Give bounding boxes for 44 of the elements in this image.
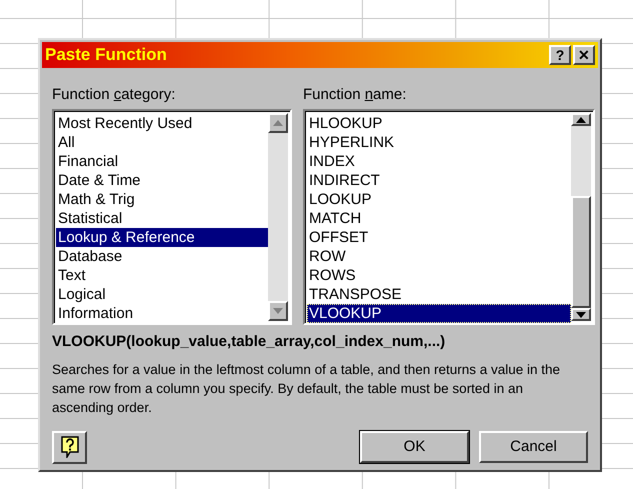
function-description: Searches for a value in the leftmost column of a table, and then returns a value in the same row from a column you specify. By default, the table must be sorted in an ascending order. (52, 360, 562, 416)
list-item[interactable]: LOOKUP (307, 190, 571, 209)
up-arrow-icon (273, 120, 283, 126)
list-label: Function name: (303, 85, 408, 105)
scroll-arrow-button[interactable] (571, 308, 591, 321)
list-item[interactable]: Logical (56, 285, 268, 304)
list-item[interactable]: Financial (56, 152, 268, 171)
scrollbar[interactable] (268, 113, 288, 321)
scrollbar[interactable] (571, 113, 591, 321)
function-syntax: VLOOKUP(lookup_value,table_array,col_index_num,...) (52, 332, 446, 352)
scroll-arrow-button[interactable] (268, 301, 288, 321)
list-item[interactable]: Statistical (56, 209, 268, 228)
close-button[interactable]: ✕ (573, 45, 595, 65)
list-item[interactable]: TRANSPOSE (307, 285, 571, 304)
list-item[interactable]: Information (56, 304, 268, 323)
cancel-button[interactable]: Cancel (479, 431, 588, 463)
list-item[interactable]: HLOOKUP (307, 114, 571, 133)
down-arrow-icon (576, 312, 586, 318)
list-item[interactable]: VLOOKUP (307, 304, 571, 323)
down-arrow-icon (273, 308, 283, 314)
scroll-arrow-button[interactable] (571, 113, 591, 126)
list-item[interactable]: Database (56, 247, 268, 266)
list-item[interactable]: Most Recently Used (56, 114, 268, 133)
list-item[interactable]: ROWS (307, 266, 571, 285)
help-button[interactable]: ? (549, 45, 571, 65)
list-label: Function category: (52, 85, 176, 105)
list-item[interactable]: ROW (307, 247, 571, 266)
list-item[interactable]: Math & Trig (56, 190, 268, 209)
scroll-arrow-button[interactable] (268, 113, 288, 133)
list-item[interactable]: MATCH (307, 209, 571, 228)
list-item[interactable]: INDIRECT (307, 171, 571, 190)
list-item[interactable]: INDEX (307, 152, 571, 171)
scroll-thumb[interactable] (571, 196, 591, 308)
office-assistant-button[interactable] (52, 430, 87, 464)
help-balloon-icon (60, 436, 78, 458)
list-item[interactable]: OFFSET (307, 228, 571, 247)
list-item[interactable]: HYPERLINK (307, 133, 571, 152)
list-item[interactable]: Date & Time (56, 171, 268, 190)
list-item[interactable]: Lookup & Reference (56, 228, 268, 247)
ok-button[interactable]: OK (360, 431, 469, 463)
list-item[interactable]: All (56, 133, 268, 152)
list-item[interactable]: Text (56, 266, 268, 285)
window-title: Paste Function (45, 44, 167, 66)
up-arrow-icon (576, 116, 586, 122)
